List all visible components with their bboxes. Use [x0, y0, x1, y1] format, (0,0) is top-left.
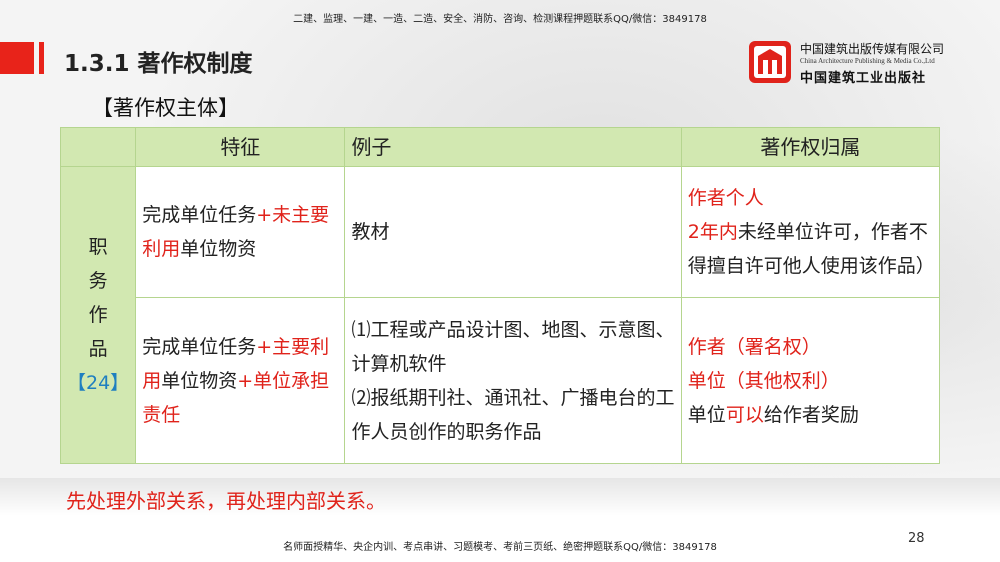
- publisher-calligraphy: 中国建筑工业出版社: [800, 71, 927, 86]
- ownership-highlight: 2年内: [687, 221, 738, 244]
- feature-cell: 完成单位任务+未主要利用单位物资: [135, 165, 346, 299]
- title-accent-line: [39, 42, 44, 74]
- example-cell: ⑴工程或产品设计图、地图、示意图、计算机软件 ⑵报纸期刊社、通讯社、广播电台的工…: [344, 297, 682, 464]
- ownership-text: 给作者奖励: [763, 403, 859, 426]
- footer-note: 先处理外部关系，再处理内部关系。: [66, 489, 386, 513]
- feature-text: 单位物资: [180, 238, 257, 261]
- category-number: 【24】: [67, 372, 130, 394]
- publisher-name-en: China Architecture Publishing & Media Co…: [800, 57, 935, 65]
- table-row: 完成单位任务+主要利用单位物资+单位承担责任 ⑴工程或产品设计图、地图、示意图、…: [61, 297, 941, 464]
- feature-cell: 完成单位任务+主要利用单位物资+单位承担责任: [135, 297, 346, 464]
- ownership-text: 单位: [687, 403, 726, 426]
- copyright-subject-table: 特征 例子 著作权归属 职务作品 【24】 完成单位任务+未主要利用单位物资 教…: [59, 127, 941, 464]
- ownership-text: 作者个人: [687, 187, 764, 210]
- header-cell-empty: [59, 127, 137, 167]
- feature-text: 单位物资: [161, 369, 238, 392]
- header-ownership: 著作权归属: [680, 127, 941, 167]
- bottom-watermark-note: 名师面授精华、央企内训、考点串讲、习题模考、考前三页纸、绝密押题联系QQ/微信：…: [283, 542, 717, 553]
- category-cell: 职务作品 【24】: [59, 166, 137, 464]
- ownership-highlight: 可以: [725, 403, 764, 426]
- example-cell: 教材: [344, 165, 682, 299]
- example-text: ⑵报纸期刊社、通讯社、广播电台的工作人员创作的职务作品: [351, 386, 675, 443]
- section-subtitle: 【著作权主体】: [92, 96, 239, 120]
- top-watermark-note: 二建、监理、一建、一造、二造、安全、消防、咨询、检测课程押题联系QQ/微信：38…: [293, 14, 707, 25]
- page-title: 1.3.1 著作权制度: [64, 51, 253, 77]
- example-text: 教材: [351, 221, 390, 244]
- header-example: 例子: [344, 127, 682, 167]
- feature-text: 完成单位任务: [142, 204, 257, 227]
- ownership-cell: 作者（署名权） 单位（其他权利） 单位可以给作者奖励: [680, 297, 941, 464]
- ownership-cell: 作者个人 2年内未经单位许可，作者不得擅自许可他人使用该作品）: [680, 165, 941, 299]
- table-header-row: 特征 例子 著作权归属: [59, 127, 941, 167]
- header-feature: 特征: [135, 127, 346, 167]
- feature-text: 完成单位任务: [142, 335, 257, 358]
- publisher-name-cn: 中国建筑出版传媒有限公司: [800, 42, 945, 56]
- ownership-text: 单位（其他权利）: [687, 369, 840, 392]
- table-row: 职务作品 【24】 完成单位任务+未主要利用单位物资 教材 作者个人 2年内未经…: [59, 165, 941, 464]
- publisher-logo: 中国建筑出版传媒有限公司 China Architecture Publishi…: [748, 40, 978, 86]
- example-text: ⑴工程或产品设计图、地图、示意图、计算机软件: [351, 318, 675, 375]
- category-label: 职务作品: [88, 236, 108, 360]
- title-accent-bar: [0, 42, 34, 74]
- ownership-text: 作者（署名权）: [687, 335, 821, 358]
- publisher-logo-icon: [749, 41, 791, 83]
